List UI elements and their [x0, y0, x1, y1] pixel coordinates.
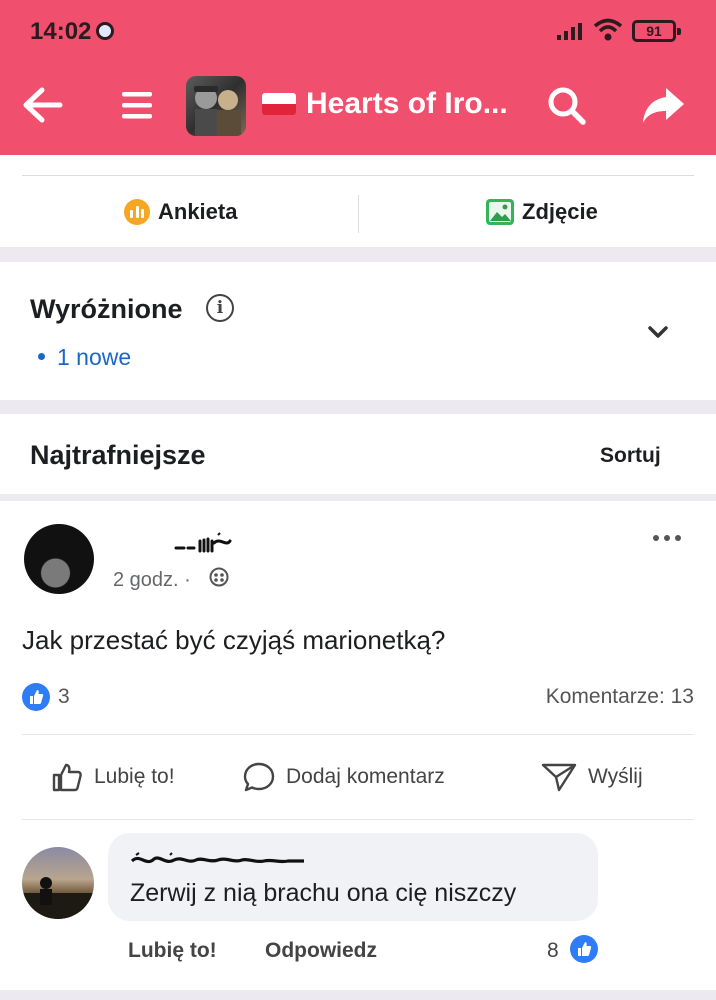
poll-icon: [124, 199, 150, 225]
wifi-icon: [593, 18, 623, 41]
menu-icon[interactable]: [114, 82, 160, 128]
featured-new-count: 1 nowe: [38, 344, 131, 371]
divider: [22, 734, 694, 735]
photo-button[interactable]: Zdjęcie: [486, 197, 598, 227]
relevant-header: Najtrafniejsze Sortuj: [0, 414, 716, 494]
relevant-title: Najtrafniejsze: [30, 440, 206, 470]
more-options-icon[interactable]: [652, 531, 682, 545]
group-title[interactable]: Hearts of Iro...: [306, 87, 508, 121]
group-privacy-icon: [209, 567, 229, 587]
battery-icon: 91: [632, 20, 681, 42]
post-timestamp[interactable]: 2 godz. ·: [113, 569, 191, 592]
top-bar: 14:02 91 Hearts of Iro...: [0, 0, 716, 155]
new-dot-icon: [38, 353, 45, 361]
featured-section[interactable]: Wyróżnione i 1 nowe: [0, 262, 716, 400]
nav-bar: Hearts of Iro...: [0, 62, 716, 154]
commenter-name-redacted[interactable]: [130, 851, 306, 869]
commenter-avatar[interactable]: [22, 847, 94, 919]
divider: [22, 175, 694, 176]
comment-bubble: Zerwij z nią brachu ona cię niszczy: [108, 833, 598, 921]
group-avatar[interactable]: [186, 76, 246, 136]
author-name-redacted[interactable]: [174, 531, 248, 555]
comment-button[interactable]: Dodaj komentarz: [242, 757, 445, 797]
comment-icon: [243, 762, 275, 792]
comment-like-button[interactable]: Lubię to!: [128, 939, 217, 963]
photo-icon: [486, 199, 514, 225]
comment-text: Zerwij z nią brachu ona cię niszczy: [130, 879, 517, 907]
comment-like-reaction-icon[interactable]: [570, 935, 598, 963]
reaction-count[interactable]: 3: [58, 685, 70, 709]
comment-reply-button[interactable]: Odpowiedz: [265, 939, 377, 963]
send-icon: [541, 763, 577, 792]
poland-flag-icon: [262, 93, 296, 115]
comment-label: Dodaj komentarz: [286, 765, 445, 788]
info-icon[interactable]: i: [206, 294, 234, 322]
divider: [22, 819, 694, 820]
post-card: 2 godz. · Jak przestać być czyjąś marion…: [0, 501, 716, 990]
like-label: Lubię to!: [94, 765, 175, 788]
composer-card: Ankieta Zdjęcie: [0, 155, 716, 247]
chevron-down-icon[interactable]: [644, 318, 672, 346]
featured-title: Wyróżnione: [30, 294, 183, 324]
author-avatar[interactable]: [24, 524, 94, 594]
sort-button[interactable]: Sortuj: [600, 444, 661, 468]
search-icon[interactable]: [543, 82, 589, 128]
signal-icon: [557, 23, 582, 40]
status-bar: 14:02 91: [0, 0, 716, 62]
thumbs-up-icon: [52, 763, 82, 792]
comments-count[interactable]: Komentarze: 13: [546, 685, 694, 709]
poll-label: Ankieta: [158, 199, 238, 224]
poll-button[interactable]: Ankieta: [124, 197, 237, 227]
post-text: Jak przestać być czyjąś marionetką?: [22, 625, 446, 655]
send-button[interactable]: Wyślij: [540, 757, 643, 797]
photo-label: Zdjęcie: [522, 199, 598, 224]
like-button[interactable]: Lubię to!: [50, 757, 175, 797]
comment-reaction-count[interactable]: 8: [547, 939, 559, 963]
like-reaction-icon[interactable]: [22, 683, 50, 711]
share-icon[interactable]: [640, 82, 686, 128]
back-arrow-icon[interactable]: [20, 82, 66, 128]
send-label: Wyślij: [588, 765, 643, 788]
status-time: 14:02: [30, 18, 92, 45]
divider: [358, 195, 359, 233]
notification-dot-icon: [96, 22, 114, 40]
